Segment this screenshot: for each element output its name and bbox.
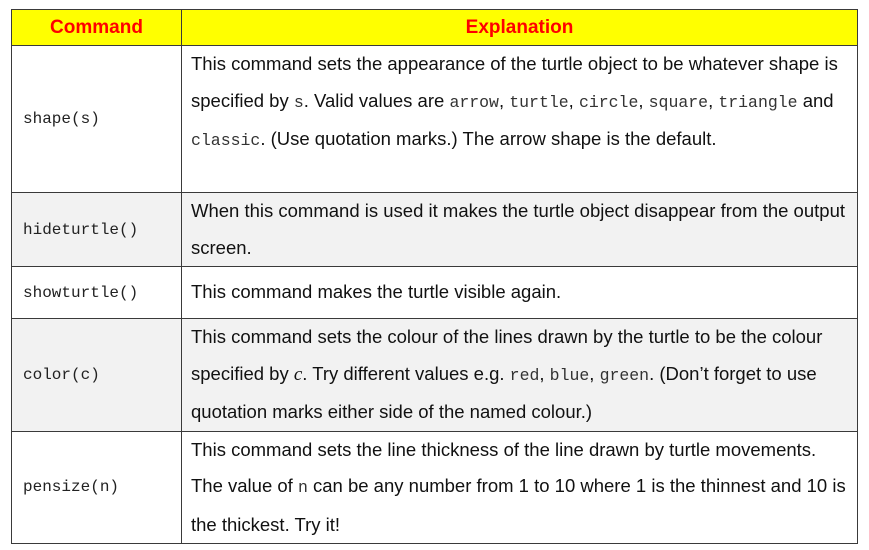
command-table: Command Explanation shape(s) This comman…	[11, 9, 858, 544]
explanation-text: . (Use quotation marks.) The arrow shape…	[260, 128, 717, 149]
table-row: showturtle() This command makes the turt…	[11, 266, 858, 319]
command-cell: color(c)	[11, 318, 182, 432]
code-term: triangle	[718, 92, 798, 112]
explanation-cell: This command sets the line thickness of …	[181, 430, 858, 544]
explanation-cell: When this command is used it makes the t…	[181, 192, 858, 267]
command-cell: hideturtle()	[11, 192, 182, 267]
explanation-text: and	[797, 89, 834, 111]
command-header: Command	[11, 9, 182, 46]
explanation-text: ,	[498, 89, 510, 111]
explanation-text: ,	[589, 362, 600, 384]
code-term: n	[297, 478, 308, 497]
explanation-text: ,	[568, 89, 579, 111]
table-row: shape(s) This command sets the appearanc…	[11, 45, 858, 193]
explanation-cell: This command sets the colour of the line…	[181, 318, 858, 432]
code-term: s	[293, 92, 304, 112]
explanation-header: Explanation	[181, 9, 858, 46]
explanation-text: . Try different values e.g.	[302, 362, 510, 384]
command-cell: pensize(n)	[11, 430, 182, 544]
table-row: hideturtle() When this command is used i…	[11, 192, 858, 267]
code-term: arrow	[449, 92, 499, 112]
explanation-text: ,	[638, 89, 649, 111]
code-term: square	[648, 92, 709, 112]
header-row: Command Explanation	[11, 9, 858, 46]
command-cell: shape(s)	[11, 45, 182, 193]
code-term: classic	[191, 131, 261, 150]
explanation-text: . Valid values are	[303, 89, 450, 111]
explanation-cell: This command sets the appearance of the …	[181, 45, 858, 193]
command-cell: showturtle()	[11, 266, 182, 319]
code-term: turtle	[509, 92, 569, 112]
code-term: green	[599, 365, 650, 385]
table-row: color(c) This command sets the colour of…	[11, 318, 858, 432]
code-term: blue	[549, 365, 590, 385]
explanation-cell: This command makes the turtle visible ag…	[181, 266, 858, 319]
code-term: red	[509, 365, 540, 385]
table-row: pensize(n) This command sets the line th…	[11, 430, 858, 544]
code-term: circle	[578, 92, 639, 112]
explanation-text: ,	[708, 89, 719, 111]
explanation-text: ,	[539, 362, 550, 384]
